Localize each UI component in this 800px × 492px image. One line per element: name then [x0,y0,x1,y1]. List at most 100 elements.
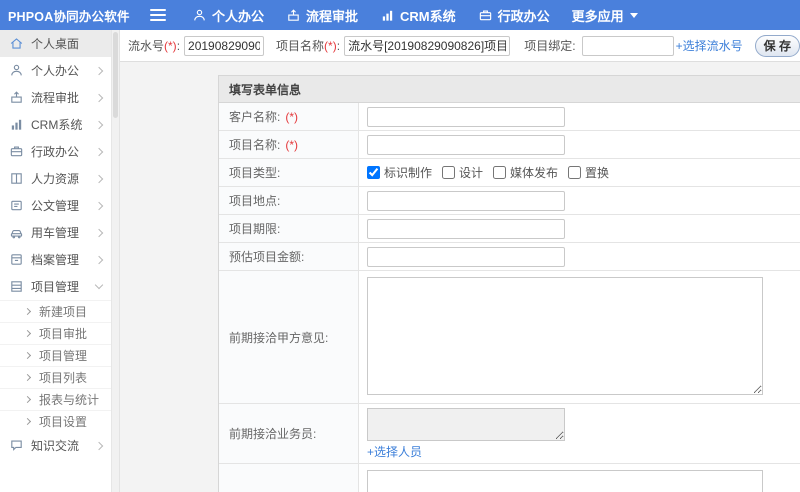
form-row-1: 项目名称: (*) [219,131,800,159]
top-nav: 个人办公 流程审批 CRM系统 行政办公 更多应用 [192,6,660,25]
person-icon [192,8,207,23]
required-mark: (*) [324,39,337,53]
field-input[interactable] [367,106,565,127]
sidebar-subitem-9-3[interactable]: 项目列表 [0,366,111,388]
nav-item-1[interactable]: 流程审批 [286,6,358,25]
book-icon [9,171,24,186]
field-value-cell [359,131,800,158]
sidebar-item-label: 人力资源 [31,172,80,186]
sidebar-subitem-label: 项目审批 [39,327,88,341]
checkbox-input[interactable] [442,166,456,179]
sidebar-item-8[interactable]: 档案管理 [0,246,111,273]
form-row-6: 前期接洽甲方意见: [219,271,800,404]
sidebar-subitem-label: 项目列表 [39,371,88,385]
checkbox-input[interactable] [493,166,507,179]
flow-icon [286,8,301,23]
chevron-right-icon [94,93,104,102]
field-value-cell [359,103,800,130]
sidebar-item-10[interactable]: 知识交流 [0,432,111,459]
sidebar-item-label: 公文管理 [31,199,80,213]
field-textarea[interactable] [367,277,763,395]
project-bind-label: 项目绑定: [524,39,576,53]
checkbox-input[interactable] [367,166,380,179]
sidebar-subitem-9-2[interactable]: 项目管理 [0,344,111,366]
form-row-7: 前期接洽业务员: +选择人员 [219,404,800,464]
form-row-0: 客户名称: (*) [219,103,800,131]
sidebar-item-6[interactable]: 公文管理 [0,192,111,219]
sidebar-item-7[interactable]: 用车管理 [0,219,111,246]
form-row-3: 项目地点: [219,187,800,215]
main-area: 流水号(*): 项目名称(*): 项目绑定: +选择流水号 保 存 填写表单信息… [120,30,800,492]
project-name-input[interactable] [344,35,511,56]
app-logo: PHPOA协同办公软件 [8,9,130,24]
sidebar-item-5[interactable]: 人力资源 [0,165,111,192]
checkbox-option-1[interactable]: 设计 [442,164,483,181]
menu-icon[interactable] [150,9,166,21]
sidebar-item-9[interactable]: 项目管理 [0,273,111,300]
field-value-cell [359,271,800,403]
sidebar-subitem-label: 报表与统计 [39,393,100,407]
sidebar-item-label: 项目管理 [31,280,80,294]
sidebar-item-label: 个人桌面 [31,37,80,51]
sidebar-item-label: 个人办公 [31,64,80,78]
readonly-textarea[interactable] [367,408,565,441]
serial-input[interactable] [184,35,265,56]
checkbox-option-3[interactable]: 置换 [568,164,609,181]
home-icon [9,36,24,51]
checkbox-label: 标识制作 [384,166,433,180]
field-label: 前期接洽业务员: [219,404,359,463]
field-input[interactable] [367,190,565,211]
chevron-right-icon [94,228,104,237]
sidebar-subitem-9-5[interactable]: 项目设置 [0,410,111,432]
form-table: 填写表单信息 客户名称: (*) 项目名称: (*) 项目类型: 标识制作 设计 媒体发布 置换… [218,75,800,492]
field-label: 项目类型: [219,159,359,186]
field-input[interactable] [367,134,565,155]
checkbox-option-0[interactable]: 标识制作 [367,164,432,181]
serial-label: 流水号(*): [128,39,181,53]
sidebar-scrollbar[interactable] [112,30,120,492]
save-button[interactable]: 保 存 [754,34,800,57]
caret-down-icon [629,12,638,18]
sidebar-item-4[interactable]: 行政办公 [0,138,111,165]
nav-item-3[interactable]: 行政办公 [478,6,550,25]
field-input[interactable] [367,218,565,239]
doc-icon [9,198,24,213]
project-bind-input[interactable] [581,35,674,56]
sidebar-item-2[interactable]: 流程审批 [0,84,111,111]
field-label: 项目期限: [219,215,359,242]
nav-item-0[interactable]: 个人办公 [192,6,264,25]
car-icon [9,225,24,240]
form-row-2: 项目类型: 标识制作 设计 媒体发布 置换 [219,159,800,187]
chevron-right-icon [94,174,104,183]
nav-item-4[interactable]: 更多应用 [572,6,638,25]
select-serial-link[interactable]: +选择流水号 [676,37,743,54]
sidebar-item-0[interactable]: 个人桌面 [0,30,111,57]
checkbox-input[interactable] [568,166,582,179]
field-input[interactable] [367,246,565,267]
scrollbar-thumb[interactable] [113,32,118,118]
checkbox-label: 置换 [585,166,610,180]
field-value-cell [359,464,800,492]
sidebar-item-label: 档案管理 [31,253,80,267]
nav-item-2[interactable]: CRM系统 [380,6,456,25]
sidebar-item-1[interactable]: 个人办公 [0,57,111,84]
top-bar: PHPOA协同办公软件 个人办公 流程审批 CRM系统 行政办公 更多应用 [0,0,800,30]
sidebar-subitem-9-4[interactable]: 报表与统计 [0,388,111,410]
checkbox-label: 设计 [459,166,484,180]
sidebar-subitem-9-0[interactable]: 新建项目 [0,300,111,322]
select-person-link[interactable]: +选择人员 [367,443,422,460]
nav-item-label: 流程审批 [306,8,359,24]
person-icon [9,63,24,78]
sidebar-item-label: 流程审批 [31,91,80,105]
chevron-right-icon [23,351,32,360]
required-mark: (*) [285,109,299,124]
field-textarea[interactable] [367,470,763,492]
sidebar-item-3[interactable]: CRM系统 [0,111,111,138]
field-label: 项目地点: [219,187,359,214]
checkbox-option-2[interactable]: 媒体发布 [493,164,558,181]
required-mark: (*) [164,39,177,53]
form-row-5: 预估项目金额: [219,243,800,271]
sidebar-item-label: CRM系统 [31,118,83,132]
sidebar-subitem-9-1[interactable]: 项目审批 [0,322,111,344]
chevron-right-icon [23,307,32,316]
